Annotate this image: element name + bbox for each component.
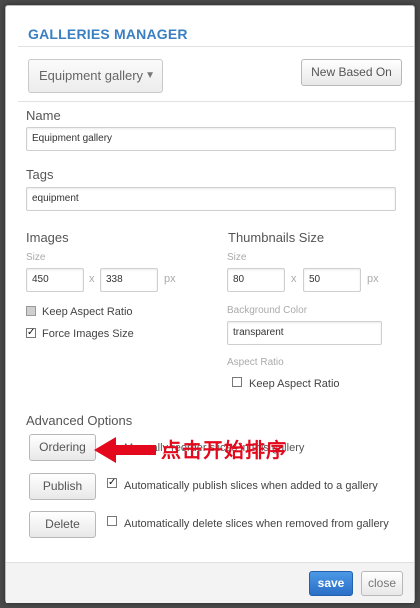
image-keep-aspect-checkbox[interactable] [26, 306, 36, 316]
thumb-width-field[interactable]: 80 [227, 268, 285, 292]
header-divider [18, 46, 414, 47]
thumbnails-label: Thumbnails Size [228, 230, 325, 245]
auto-delete-label: Automatically delete slices when removed… [124, 518, 389, 530]
background-color-field[interactable]: transparent [227, 321, 382, 345]
dialog-title: GALLERIES MANAGER [28, 26, 188, 42]
toolbar-divider [18, 101, 414, 102]
thumb-keep-aspect-label: Keep Aspect Ratio [249, 378, 340, 390]
auto-delete-checkbox[interactable] [107, 516, 117, 526]
ordering-button[interactable]: Ordering [29, 434, 96, 461]
tags-field[interactable]: equipment [26, 187, 396, 211]
annotation-text: 点击开始排序 [161, 440, 287, 462]
thumb-size-separator: x [291, 273, 297, 285]
gallery-select-value: Equipment gallery [39, 68, 144, 83]
chevron-down-icon: ▼ [145, 70, 155, 81]
name-label: Name [26, 108, 61, 123]
thumb-size-unit: px [367, 273, 379, 285]
close-button[interactable]: close [361, 571, 403, 596]
image-size-separator: x [89, 273, 95, 285]
thumbnails-size-label: Size [227, 252, 247, 263]
background-color-label: Background Color [227, 305, 308, 316]
gallery-select[interactable]: Equipment gallery ▼ [28, 59, 163, 93]
aspect-ratio-label: Aspect Ratio [227, 357, 284, 368]
delete-button[interactable]: Delete [29, 511, 96, 538]
tags-label: Tags [26, 167, 54, 182]
thumb-height-field[interactable]: 50 [303, 268, 361, 292]
annotation-arrow-icon [94, 437, 156, 463]
save-button[interactable]: save [309, 571, 353, 596]
advanced-options-label: Advanced Options [26, 413, 133, 428]
image-size-unit: px [164, 273, 176, 285]
name-field[interactable]: Equipment gallery [26, 127, 396, 151]
auto-publish-label: Automatically publish slices when added … [124, 480, 378, 492]
auto-publish-checkbox[interactable]: ✓ [107, 478, 117, 488]
galleries-manager-dialog: GALLERIES MANAGER Equipment gallery ▼ Ne… [5, 5, 415, 603]
images-size-label: Size [26, 252, 46, 263]
new-based-on-button[interactable]: New Based On [301, 59, 402, 86]
image-height-field[interactable]: 338 [100, 268, 158, 292]
force-images-size-label: Force Images Size [42, 328, 134, 340]
images-label: Images [26, 230, 69, 245]
publish-button[interactable]: Publish [29, 473, 96, 500]
dialog-footer: save close [6, 562, 414, 603]
force-images-size-checkbox[interactable]: ✓ [26, 328, 36, 338]
image-width-field[interactable]: 450 [26, 268, 84, 292]
thumb-keep-aspect-checkbox[interactable] [232, 377, 242, 387]
image-keep-aspect-label: Keep Aspect Ratio [42, 306, 133, 318]
